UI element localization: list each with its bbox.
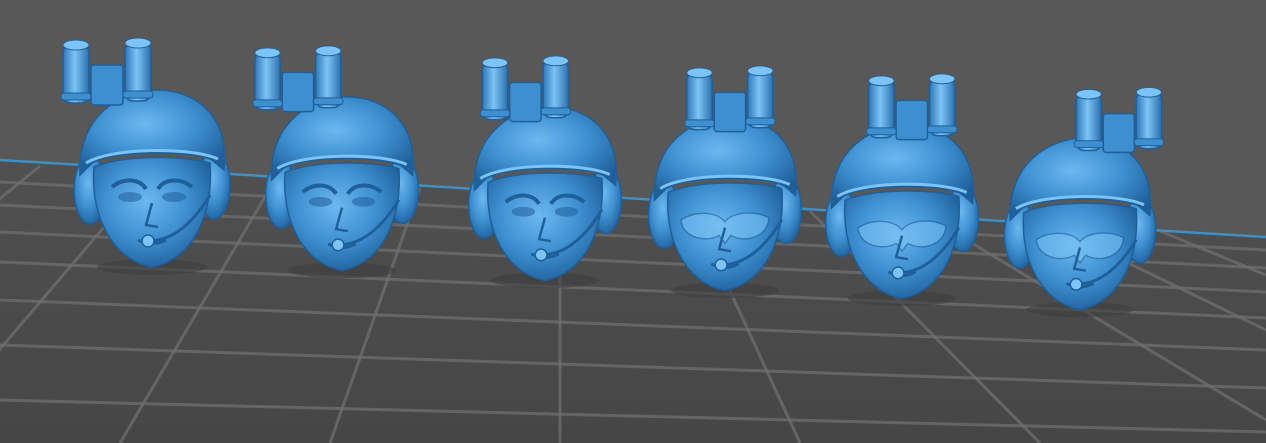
nvg-lens-left: [686, 67, 713, 79]
eye-right-icon: [554, 206, 579, 217]
eye-right-icon: [162, 192, 186, 202]
nvg-lens-right: [315, 45, 342, 57]
nvg-ring-right: [1133, 138, 1164, 147]
3d-viewport[interactable]: [0, 0, 1266, 443]
nvg-ring-right: [540, 107, 571, 116]
nvg-lens-right: [1135, 86, 1162, 98]
nvg-lens-left: [62, 39, 90, 51]
nvg-ring-left: [479, 109, 511, 118]
print-bed-scene[interactable]: [0, 0, 1266, 443]
microphone-icon: [534, 248, 548, 262]
nvg-ring-right: [745, 117, 776, 126]
microphone-icon: [141, 234, 155, 248]
nvg-lens-right: [928, 73, 956, 85]
nvg-ring-right: [313, 97, 344, 106]
nvg-lens-right: [124, 37, 152, 49]
nvg-ring-left: [866, 127, 897, 136]
nvg-lens-left: [481, 57, 509, 69]
nvg-ring-right: [926, 125, 958, 134]
nvg-lens-left: [254, 47, 281, 59]
nvg-ring-left: [684, 119, 715, 128]
microphone-icon: [891, 266, 905, 280]
eye-right-icon: [351, 196, 376, 207]
microphone-icon: [1069, 277, 1083, 291]
nvg-mount: [281, 71, 315, 113]
eye-left-icon: [511, 206, 536, 217]
nvg-lens-left: [1075, 88, 1102, 100]
microphone-icon: [331, 238, 345, 252]
microphone-icon: [714, 258, 728, 272]
nvg-ring-right: [122, 90, 154, 99]
nvg-ring-left: [60, 92, 92, 101]
nvg-lens-left: [868, 75, 895, 87]
nvg-lens-right: [747, 65, 774, 77]
nvg-mount: [90, 64, 124, 106]
nvg-mount: [508, 81, 542, 123]
eye-left-icon: [118, 192, 142, 202]
nvg-lens-right: [542, 55, 570, 67]
nvg-ring-left: [252, 99, 283, 108]
nvg-mount: [713, 91, 747, 133]
nvg-ring-left: [1073, 140, 1104, 149]
eye-left-icon: [308, 196, 333, 207]
nvg-mount: [895, 99, 929, 141]
nvg-mount: [1102, 112, 1136, 154]
